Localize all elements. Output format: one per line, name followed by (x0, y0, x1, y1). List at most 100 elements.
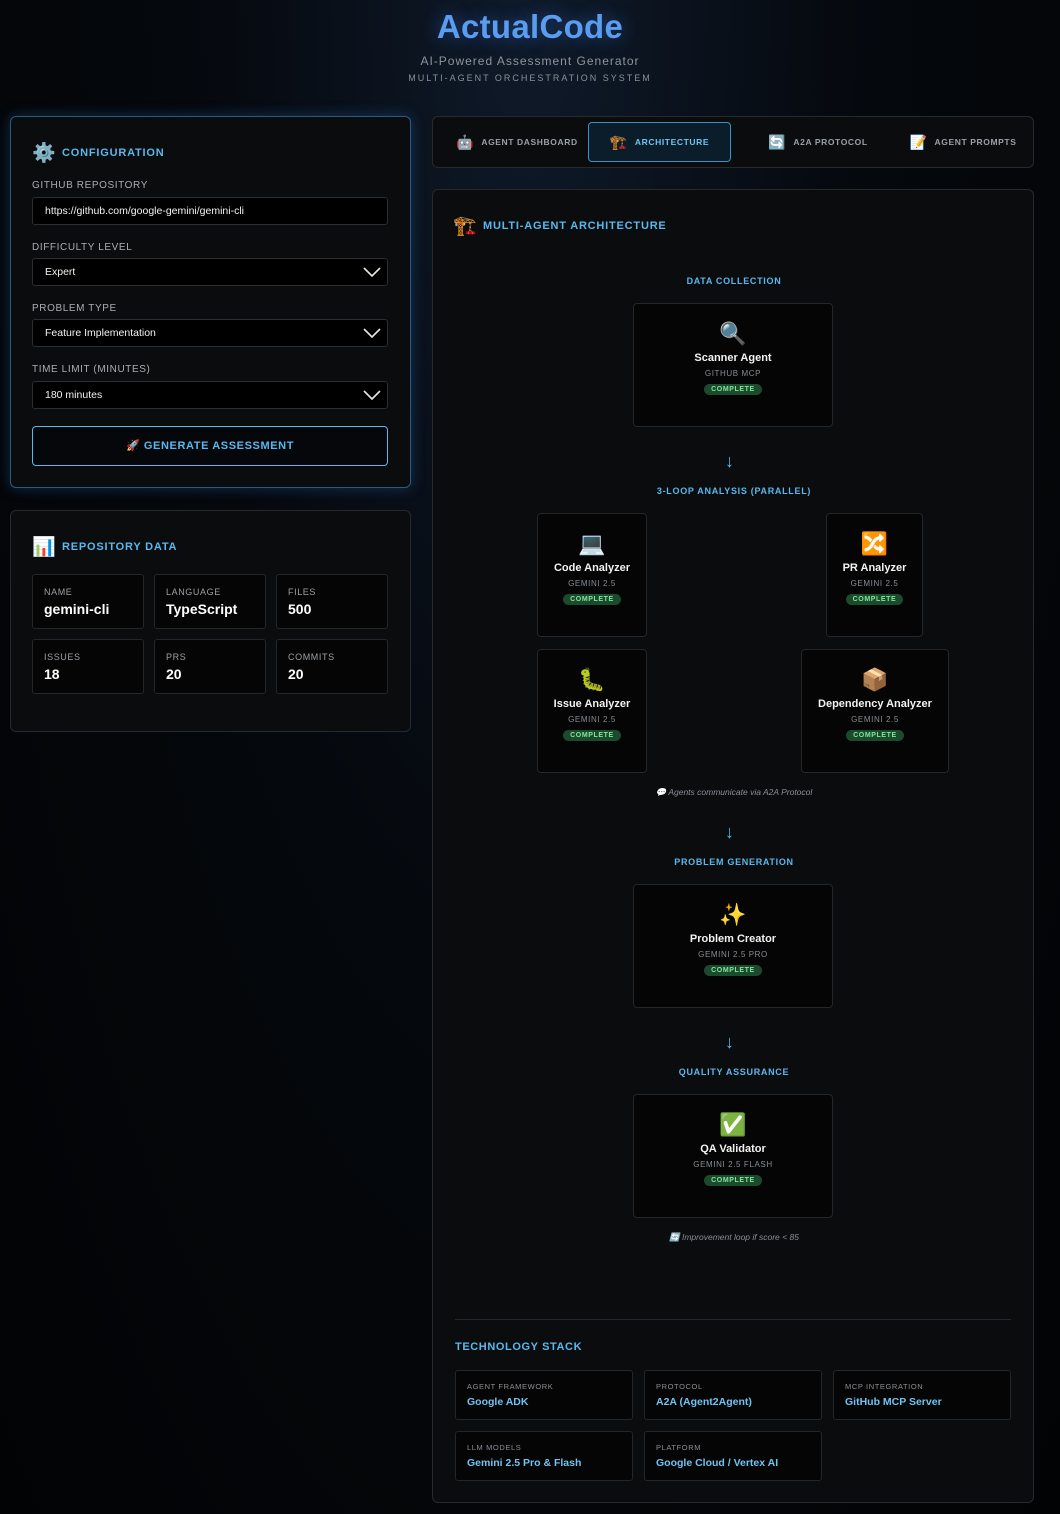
construction-icon: 🏗️ (609, 133, 628, 150)
agent-model: GEMINI 2.5 (568, 579, 616, 588)
arrow-down-icon: ↓ (725, 451, 734, 471)
status-badge: COMPLETE (563, 730, 621, 741)
agent-name: PR Analyzer (842, 562, 907, 574)
agent-name: Code Analyzer (553, 562, 630, 574)
agent-model: GITHUB MCP (704, 369, 762, 378)
stat-label: FILES (288, 587, 317, 597)
agent-model: GEMINI 2.5 PRO (698, 950, 768, 959)
status-badge: COMPLETE (704, 1175, 762, 1186)
stat-value: 18 (44, 666, 60, 682)
time-limit-select[interactable]: 180 minutes (32, 381, 388, 409)
repo-label: GITHUB REPOSITORY (32, 180, 148, 191)
agent-model: GEMINI 2.5 (850, 579, 899, 588)
status-badge: COMPLETE (563, 594, 621, 605)
chevron-down-icon (363, 267, 381, 278)
memo-icon: 📝 (909, 133, 928, 150)
tech-label: PLATFORM (656, 1443, 702, 1452)
agent-name: QA Validator (700, 1143, 766, 1155)
tech-card-llm-models: LLM MODELS Gemini 2.5 Pro & Flash (455, 1431, 633, 1481)
agent-name: Issue Analyzer (553, 698, 631, 710)
stat-label: COMMITS (288, 652, 335, 662)
tab-architecture[interactable]: 🏗️ ARCHITECTURE (588, 122, 731, 162)
a2a-note: 💬 Agents communicate via A2A Protocol (655, 787, 813, 797)
app-subtitle: AI-Powered Assessment Generator (420, 54, 640, 68)
stat-value: 20 (166, 666, 182, 682)
stat-label: LANGUAGE (166, 587, 221, 597)
tech-value: A2A (Agent2Agent) (656, 1396, 752, 1408)
tab-a2a-protocol[interactable]: 🔄 A2A PROTOCOL (743, 122, 893, 162)
tech-card-agent-framework: AGENT FRAMEWORK Google ADK (455, 1370, 633, 1420)
tech-value: Google ADK (467, 1396, 529, 1408)
repo-input[interactable]: https://github.com/google-gemini/gemini-… (32, 197, 388, 225)
improvement-loop-note: 🔄 Improvement loop if score < 85 (669, 1232, 799, 1242)
difficulty-select[interactable]: Expert (32, 258, 388, 286)
tab-bar: 🤖 AGENT DASHBOARD 🏗️ ARCHITECTURE 🔄 A2A … (432, 116, 1034, 168)
package-icon: 📦 (861, 667, 889, 692)
agent-name: Dependency Analyzer (818, 698, 932, 710)
stage-generation: PROBLEM GENERATION (674, 857, 794, 867)
architecture-panel: 🏗️ MULTI-AGENT ARCHITECTURE DATA COLLECT… (432, 189, 1034, 1503)
agent-card-scanner: 🔍 Scanner Agent GITHUB MCP COMPLETE (633, 303, 833, 427)
shuffle-icon: 🔀 (860, 531, 889, 556)
tech-label: MCP INTEGRATION (845, 1382, 924, 1391)
tab-label: A2A PROTOCOL (793, 137, 868, 147)
tech-label: PROTOCOL (656, 1382, 703, 1391)
configuration-panel: ⚙️ CONFIGURATION GITHUB REPOSITORY https… (10, 116, 411, 488)
stat-label: ISSUES (44, 652, 81, 662)
stat-issues: ISSUES 18 (32, 639, 144, 694)
agent-model: GEMINI 2.5 FLASH (693, 1160, 773, 1169)
agent-model: GEMINI 2.5 (568, 715, 616, 724)
tech-value: Gemini 2.5 Pro & Flash (467, 1457, 582, 1469)
tech-card-protocol: PROTOCOL A2A (Agent2Agent) (644, 1370, 822, 1420)
architecture-header: 🏗️ MULTI-AGENT ARCHITECTURE (453, 214, 667, 238)
generate-assessment-button[interactable]: 🚀 GENERATE ASSESSMENT (32, 426, 388, 466)
difficulty-value: Expert (45, 266, 76, 278)
laptop-icon: 💻 (578, 531, 606, 556)
stat-value: gemini-cli (44, 601, 110, 617)
problem-type-select[interactable]: Feature Implementation (32, 319, 388, 347)
tab-label: AGENT DASHBOARD (481, 137, 578, 147)
agent-card-problem-creator: ✨ Problem Creator GEMINI 2.5 PRO COMPLET… (633, 884, 833, 1008)
tab-label: ARCHITECTURE (634, 137, 710, 147)
repository-title: REPOSITORY DATA (62, 541, 178, 553)
tab-agent-dashboard[interactable]: 🤖 AGENT DASHBOARD (442, 122, 592, 162)
tech-label: LLM MODELS (467, 1443, 522, 1452)
architecture-title: MULTI-AGENT ARCHITECTURE (483, 220, 667, 232)
repository-data-panel: 📊 REPOSITORY DATA NAME gemini-cli LANGUA… (10, 510, 411, 732)
arrow-down-icon: ↓ (725, 1032, 734, 1052)
tab-label: AGENT PROMPTS (934, 137, 1017, 147)
bar-chart-icon: 📊 (32, 537, 57, 558)
tab-agent-prompts[interactable]: 📝 AGENT PROMPTS (893, 122, 1033, 162)
arrow-down-icon: ↓ (725, 822, 734, 842)
agent-name: Problem Creator (689, 933, 777, 945)
robot-icon: 🤖 (456, 133, 475, 150)
configuration-title: CONFIGURATION (62, 147, 165, 159)
configuration-header: ⚙️ CONFIGURATION (32, 141, 164, 165)
status-badge: COMPLETE (704, 965, 762, 976)
status-badge: COMPLETE (845, 594, 904, 605)
time-limit-value: 180 minutes (45, 389, 103, 401)
chevron-down-icon (363, 328, 381, 339)
agent-card-dependency-analyzer: 📦 Dependency Analyzer GEMINI 2.5 COMPLET… (801, 649, 949, 773)
tech-value: Google Cloud / Vertex AI (656, 1457, 779, 1469)
gear-icon: ⚙️ (32, 143, 57, 164)
agent-card-code-analyzer: 💻 Code Analyzer GEMINI 2.5 COMPLETE (537, 513, 647, 637)
stat-language: LANGUAGE TypeScript (154, 574, 266, 629)
tech-label: AGENT FRAMEWORK (467, 1382, 554, 1391)
tech-value: GitHub MCP Server (845, 1396, 942, 1408)
app-tagline: MULTI-AGENT ORCHESTRATION SYSTEM (408, 73, 652, 83)
repository-header: 📊 REPOSITORY DATA (32, 535, 177, 559)
stage-analysis: 3-LOOP ANALYSIS (PARALLEL) (656, 486, 812, 496)
difficulty-label: DIFFICULTY LEVEL (32, 242, 133, 253)
stage-qa: QUALITY ASSURANCE (678, 1067, 790, 1077)
agent-card-pr-analyzer: 🔀 PR Analyzer GEMINI 2.5 COMPLETE (826, 513, 923, 637)
stat-value: TypeScript (166, 601, 238, 617)
agent-card-issue-analyzer: 🐛 Issue Analyzer GEMINI 2.5 COMPLETE (537, 649, 647, 773)
stat-value: 500 (288, 601, 312, 617)
stat-commits: COMMITS 20 (276, 639, 388, 694)
stat-files: FILES 500 (276, 574, 388, 629)
problem-type-label: PROBLEM TYPE (32, 303, 117, 314)
construction-icon: 🏗️ (453, 216, 478, 237)
time-limit-label: TIME LIMIT (MINUTES) (32, 364, 151, 375)
agent-name: Scanner Agent (694, 352, 772, 364)
